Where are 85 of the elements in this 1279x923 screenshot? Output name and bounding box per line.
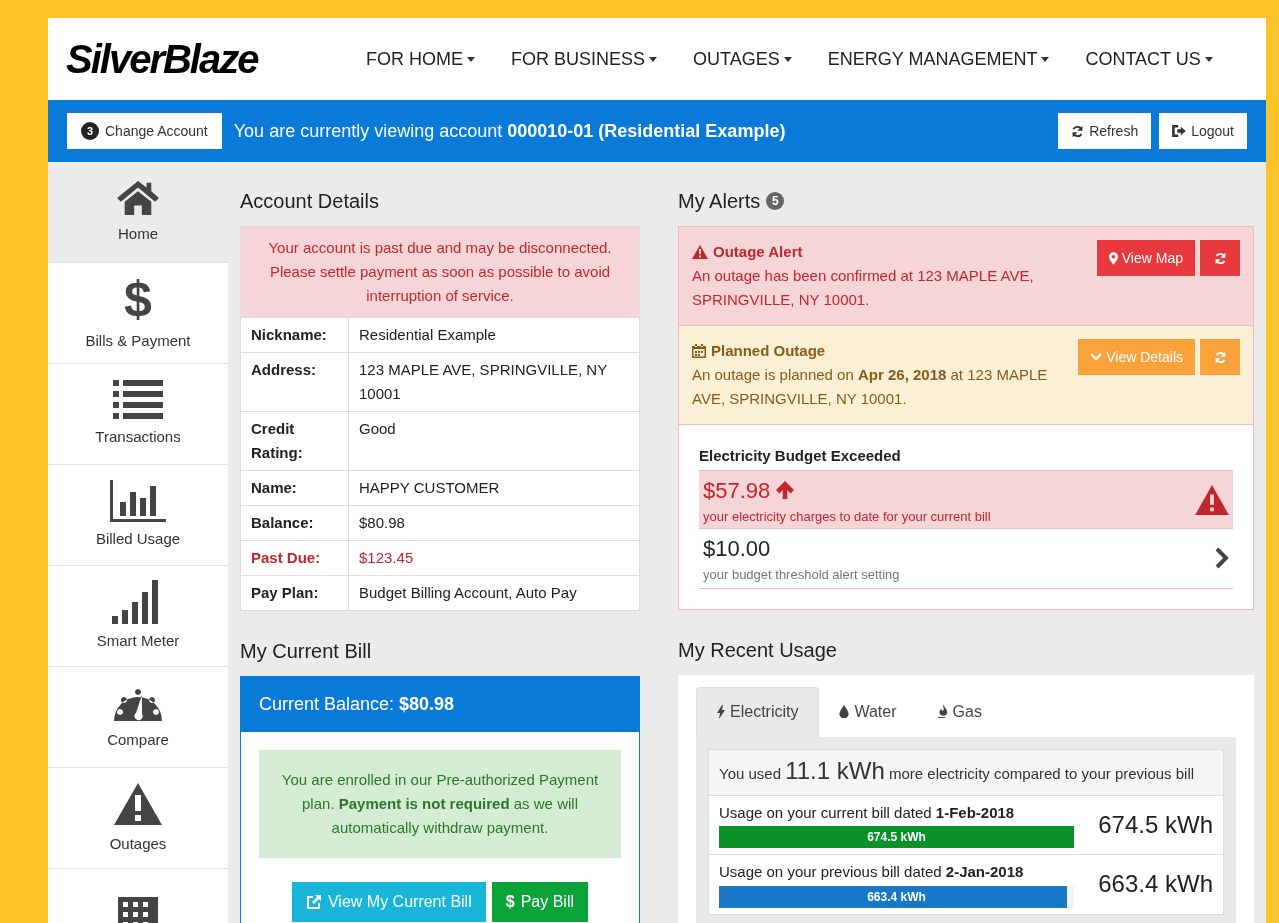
bar-label: 674.5 kWh bbox=[867, 830, 926, 844]
bill-caption: Usage on your current bill dated 1-Feb-2018 bbox=[719, 802, 1016, 823]
field-label: Credit Rating: bbox=[241, 412, 349, 470]
house-icon bbox=[115, 178, 161, 217]
arrow-up-icon bbox=[776, 481, 795, 499]
calendar-icon bbox=[692, 344, 706, 358]
chevron-down-icon bbox=[1090, 353, 1103, 361]
caret-icon bbox=[783, 56, 792, 62]
charges-caption: your electricity charges to date for your current bill bbox=[703, 507, 992, 526]
sidebar-item[interactable]: Transactions bbox=[48, 364, 228, 465]
section-title: My Current Bill bbox=[240, 639, 373, 664]
field-label: Address: bbox=[241, 353, 349, 411]
alert-title: Planned Outage bbox=[711, 341, 826, 361]
charges-amount: $57.98 bbox=[703, 476, 771, 505]
sidebar-item[interactable]: Billed Usage bbox=[48, 465, 228, 566]
chevron-right-icon bbox=[1215, 547, 1229, 570]
field-value: Residential Example bbox=[358, 325, 497, 345]
field-label: Pay Plan: bbox=[241, 576, 349, 610]
count-badge: 5 bbox=[766, 192, 785, 210]
field-label: Balance: bbox=[241, 506, 349, 540]
nav-link[interactable]: FOR BUSINESS bbox=[511, 45, 658, 73]
count-badge: 3 bbox=[81, 122, 99, 140]
flame-icon bbox=[936, 704, 948, 719]
field-label: Name: bbox=[241, 471, 349, 505]
sign-out-icon bbox=[1172, 125, 1187, 137]
sidebar-item[interactable]: Compare bbox=[48, 667, 228, 768]
enrolled-notice: You are enrolled in our Pre-authorized Payment plan. Payment is not required as we will automatically withdraw payment. bbox=[259, 750, 621, 858]
bar-label: 663.4 kWh bbox=[867, 889, 926, 904]
refresh-button[interactable]: Refresh bbox=[1058, 113, 1152, 149]
field-value: Budget Billing Account, Auto Pay bbox=[358, 583, 578, 603]
field-label: Nickname: bbox=[241, 318, 349, 352]
warning-icon bbox=[1195, 484, 1229, 515]
warning-icon bbox=[692, 245, 708, 259]
field-value: $123.45 bbox=[358, 548, 415, 568]
map-pin-icon bbox=[1108, 251, 1118, 265]
field-value: $80.98 bbox=[358, 513, 406, 533]
field-value: 123 MAPLE AVE, SPRINGVILLE, NY 10001 bbox=[358, 360, 608, 404]
nav-link[interactable]: FOR HOME bbox=[366, 45, 475, 73]
threshold-amount: $10.00 bbox=[703, 535, 772, 563]
section-title: Account Details bbox=[240, 189, 380, 214]
refresh-button[interactable] bbox=[1200, 240, 1240, 276]
logo[interactable]: SilverBlaze bbox=[66, 29, 366, 89]
usage-total: 663.4 kWh bbox=[1098, 869, 1213, 900]
list-icon bbox=[113, 379, 163, 420]
field-label: Past Due: bbox=[241, 541, 349, 575]
caret-icon bbox=[1204, 56, 1213, 62]
usage-tab[interactable]: Electricity bbox=[696, 686, 820, 737]
field-value: Good bbox=[358, 419, 397, 439]
bar-chart-icon bbox=[110, 479, 166, 522]
external-link-icon bbox=[306, 894, 322, 910]
section-title: My Alerts bbox=[678, 189, 761, 214]
drop-icon bbox=[839, 705, 850, 718]
field-value: HAPPY CUSTOMER bbox=[358, 478, 501, 498]
dollar-icon: $ bbox=[124, 273, 152, 324]
sidebar-item[interactable]: $ Bills & Payment bbox=[48, 263, 228, 364]
usage-summary: You used 11.1 kWh more electricity compared to your previous bill bbox=[708, 748, 1224, 796]
sidebar-item[interactable]: Outages bbox=[48, 768, 228, 869]
bill-caption: Usage on your previous bill dated 2-Jan-2018 bbox=[719, 862, 1025, 882]
nav-link[interactable]: ENERGY MANAGEMENT bbox=[827, 45, 1050, 73]
alert-text: An outage is planned on Apr 26, 2018 at 123 MAPLE AVE, SPRINGVILLE, NY 10001. bbox=[692, 365, 1049, 409]
bolt-icon bbox=[717, 705, 725, 719]
alert-title: Electricity Budget Exceeded bbox=[699, 446, 902, 466]
past-due-notice: Your account is past due and may be disconnected. Please settle payment as soon as possible to avoid interruption of service. bbox=[241, 227, 639, 317]
threshold-caption: your budget threshold alert setting bbox=[703, 566, 901, 584]
change-account-button[interactable]: 3 Change Account bbox=[67, 113, 222, 149]
nav-link[interactable]: CONTACT US bbox=[1085, 45, 1213, 73]
caret-icon bbox=[649, 56, 658, 62]
refresh-icon bbox=[1071, 124, 1085, 138]
caret-icon bbox=[467, 56, 475, 62]
view-map-button[interactable]: View Map bbox=[1096, 240, 1195, 276]
refresh-icon bbox=[1213, 350, 1227, 364]
threshold-row[interactable]: $10.00 your budget threshold alert setting bbox=[699, 529, 1233, 589]
current-balance-header: Current Balance: $80.98 bbox=[241, 677, 639, 732]
account-message: You are currently viewing account 000010-01 (Residential Example) bbox=[233, 119, 786, 143]
alert-text: An outage has been confirmed at 123 MAPLE AVE, SPRINGVILLE, NY 10001. bbox=[692, 266, 1035, 310]
nav-link[interactable]: OUTAGES bbox=[693, 45, 792, 73]
usage-total: 674.5 kWh bbox=[1098, 809, 1213, 840]
refresh-icon bbox=[1213, 251, 1227, 265]
alert-title: Outage Alert bbox=[713, 242, 803, 262]
logout-button[interactable]: Logout bbox=[1159, 113, 1247, 149]
refresh-button[interactable] bbox=[1200, 339, 1240, 375]
dollar-icon: $ bbox=[505, 890, 515, 914]
section-title: My Recent Usage bbox=[678, 637, 838, 663]
sidebar-item[interactable]: Smart Meter bbox=[48, 566, 228, 667]
caret-icon bbox=[1041, 56, 1050, 62]
